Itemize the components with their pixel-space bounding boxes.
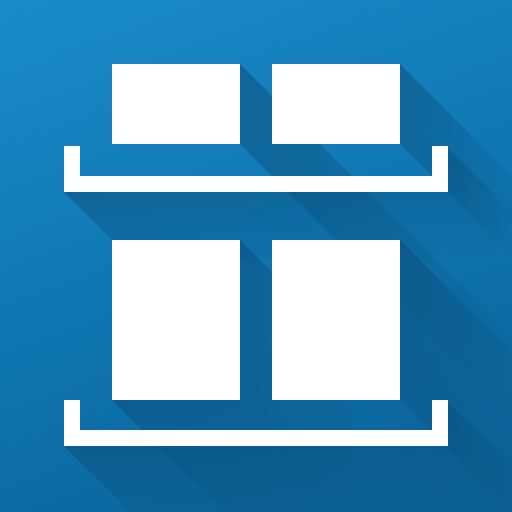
top-right-box [272,64,400,144]
bottom-shelf [64,400,448,446]
bottom-right-box [272,240,400,400]
top-shelf [64,146,448,192]
shelf-glyph [64,64,448,446]
shelf-layout-app-icon [0,0,512,512]
top-left-box [112,64,240,144]
bottom-left-box [112,240,240,400]
